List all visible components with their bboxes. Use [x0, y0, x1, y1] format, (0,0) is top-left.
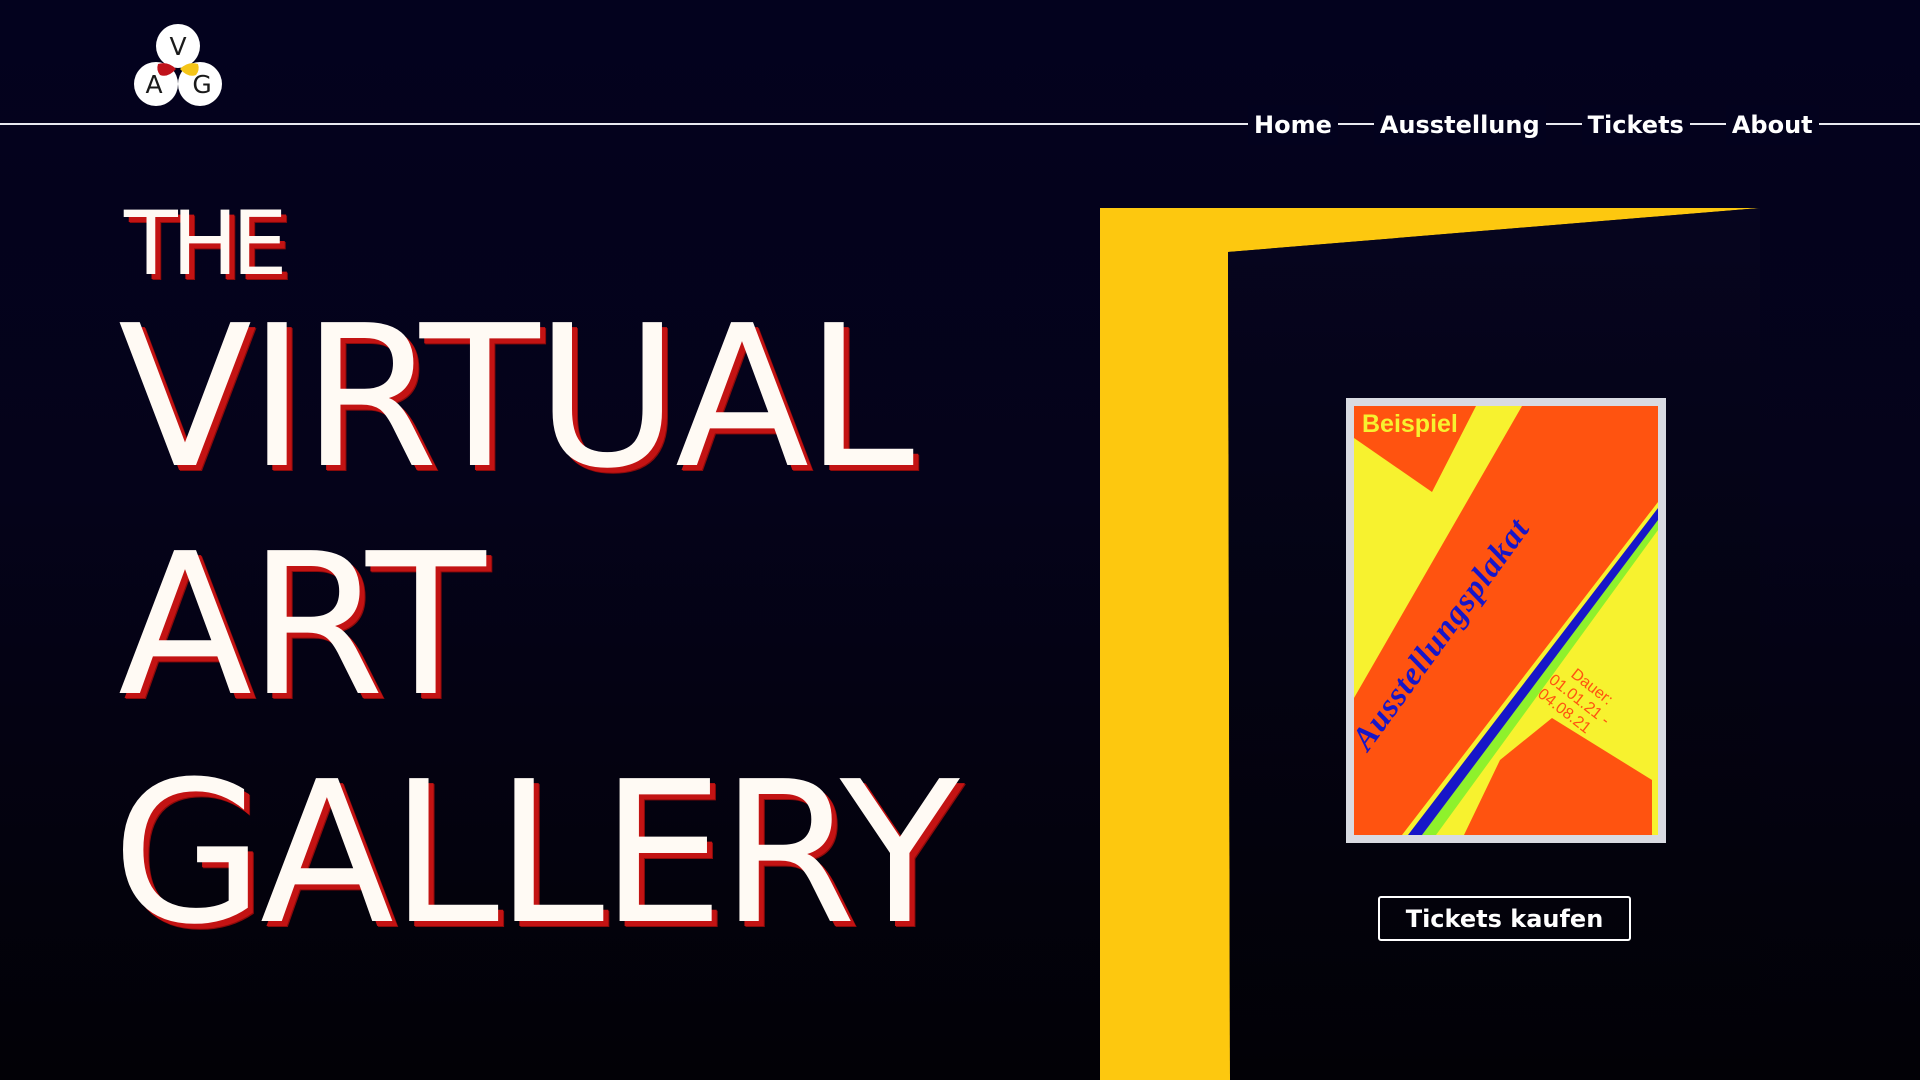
hero-title-art: ART — [118, 512, 486, 740]
nav-home-link[interactable]: Home — [1248, 105, 1338, 145]
nav-tickets-link[interactable]: Tickets — [1581, 105, 1690, 145]
hero-title-gallery: GALLERY — [112, 740, 960, 968]
main-nav: Home Ausstellung Tickets About — [1248, 105, 1819, 145]
poster-label: Beispiel — [1362, 410, 1458, 438]
logo-letter-g: G — [192, 70, 211, 99]
hero-title-virtual: VIRTUAL — [118, 284, 914, 512]
nav-about-link[interactable]: About — [1725, 105, 1819, 145]
exhibition-poster[interactable]: Beispiel Ausstellungsplakat Dauer: 01.01… — [1346, 398, 1666, 843]
nav-separator — [1338, 124, 1374, 126]
vag-logo[interactable]: V A G — [132, 22, 224, 108]
buy-tickets-button[interactable]: Tickets kaufen — [1378, 896, 1631, 941]
nav-separator — [1546, 124, 1582, 126]
hero-title-the: THE — [124, 192, 288, 295]
logo-letter-a: A — [145, 70, 162, 99]
nav-separator — [1690, 124, 1726, 126]
nav-ausstellung-link[interactable]: Ausstellung — [1373, 105, 1546, 145]
logo-letter-v: V — [169, 32, 186, 61]
